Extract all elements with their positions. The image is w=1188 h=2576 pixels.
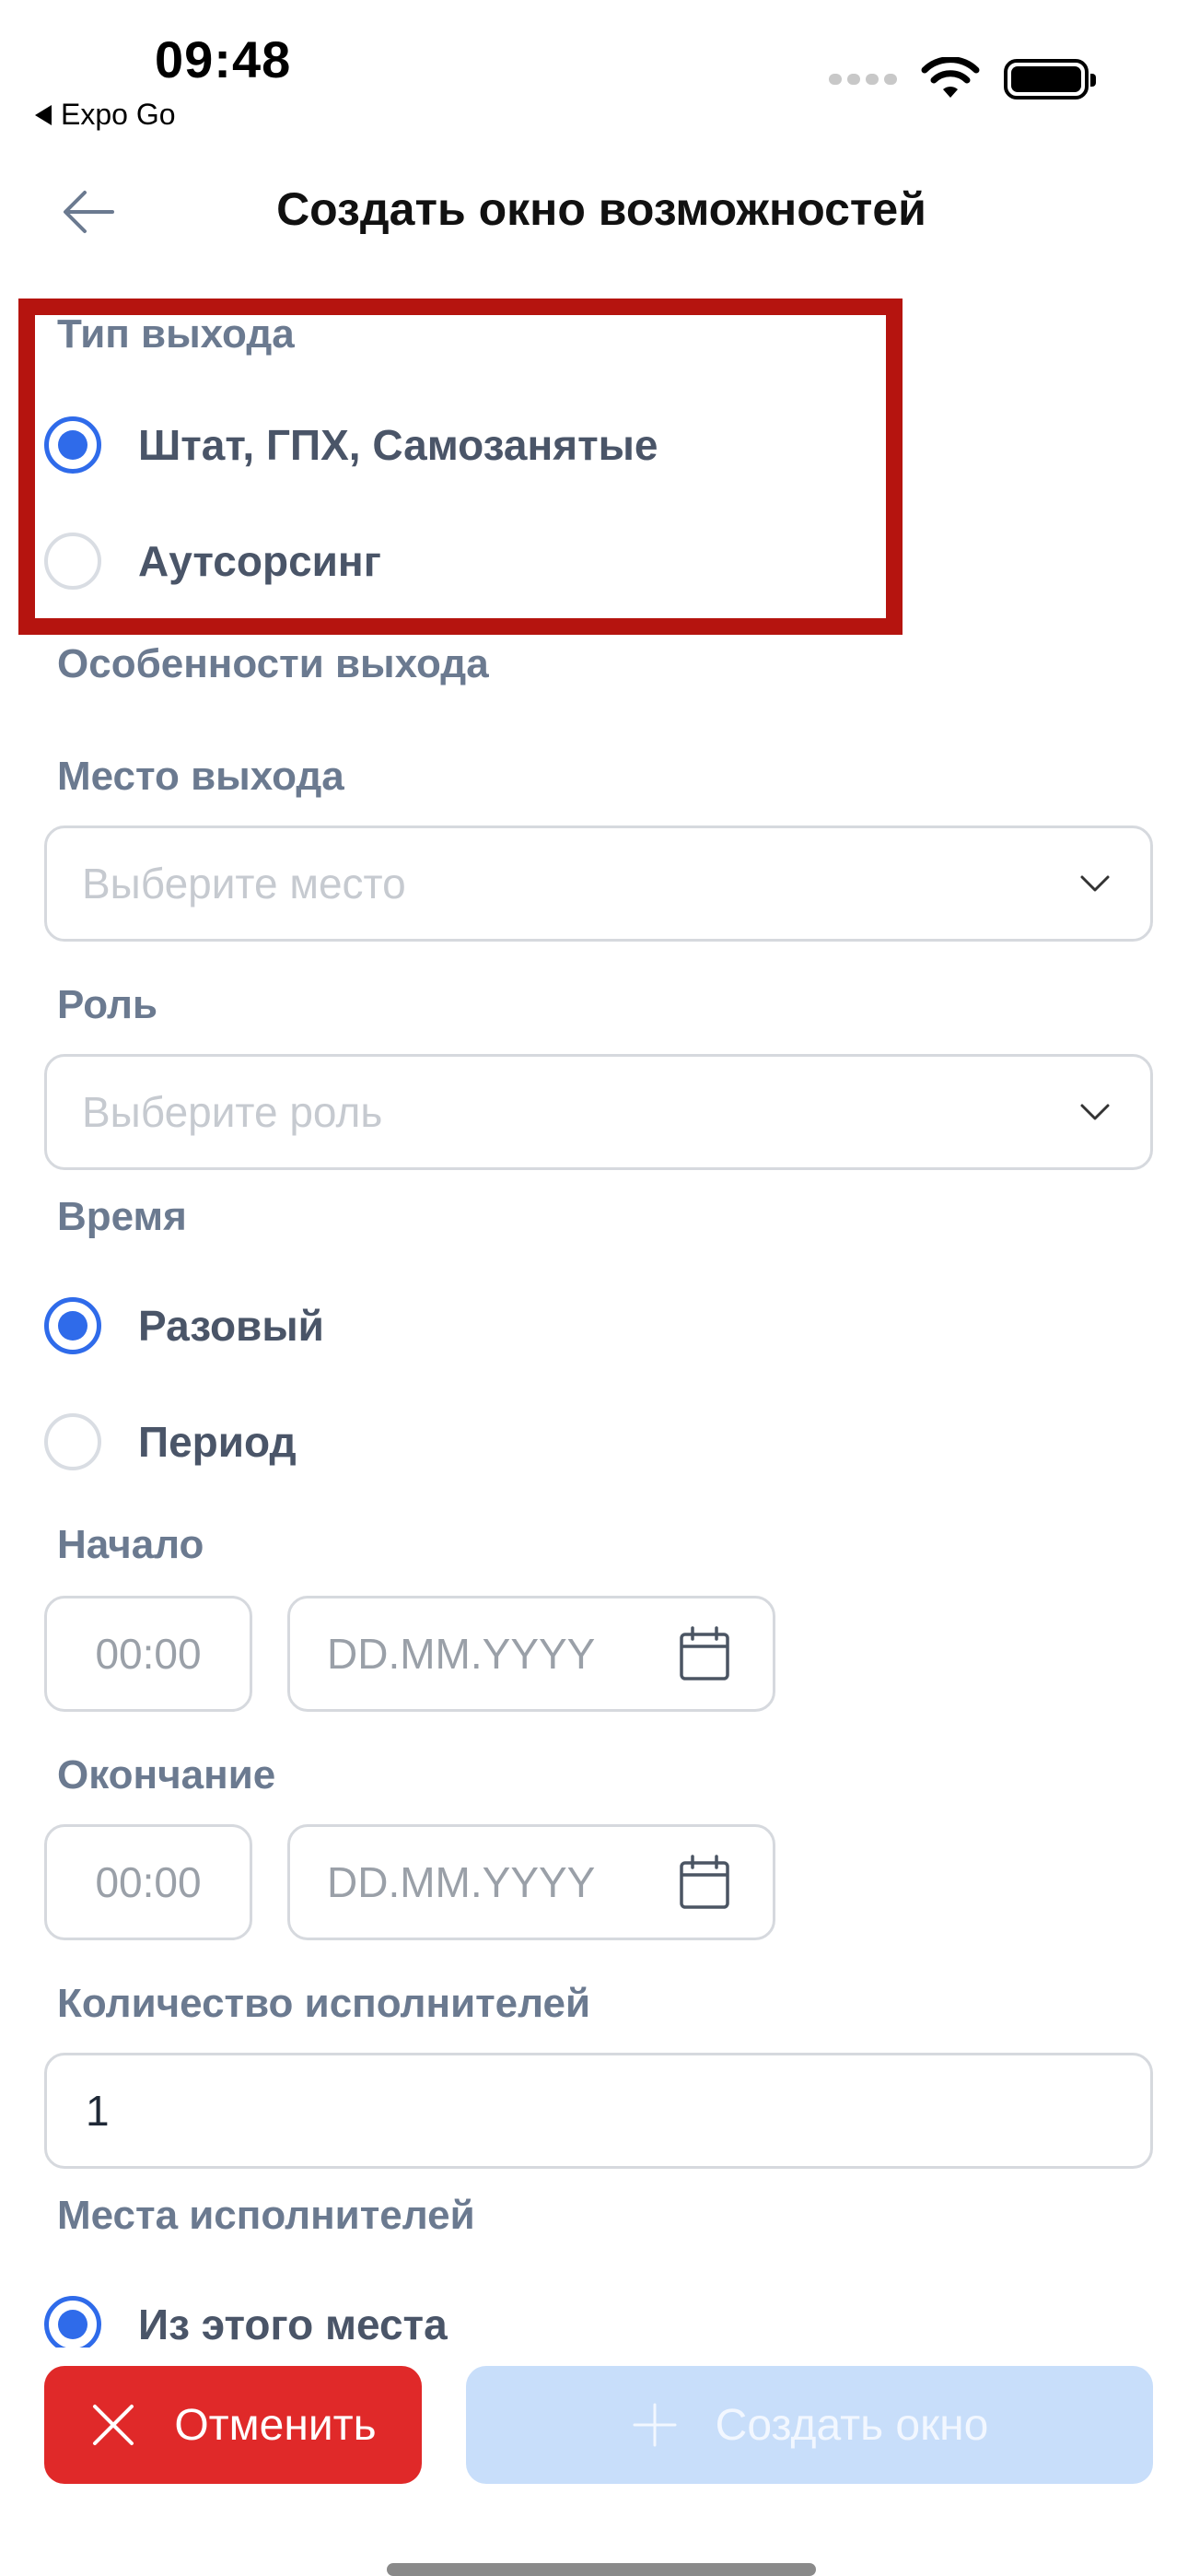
time-option-once[interactable]: Разовый — [44, 1297, 324, 1354]
cancel-button[interactable]: Отменить — [44, 2366, 422, 2484]
place-select[interactable]: Выберите место — [44, 825, 1153, 942]
place-label: Место выхода — [57, 754, 344, 799]
end-label: Окончание — [57, 1752, 276, 1797]
home-indicator — [387, 2563, 816, 2576]
role-label: Роль — [57, 982, 158, 1027]
cancel-label: Отменить — [174, 2400, 377, 2450]
performers-places-label: Места исполнителей — [57, 2193, 475, 2238]
radio-checked[interactable] — [44, 416, 101, 474]
place-placeholder: Выберите место — [82, 860, 406, 907]
create-window-button[interactable]: Создать окно — [466, 2366, 1153, 2484]
radio-label: Период — [138, 1418, 297, 1466]
time-option-period[interactable]: Период — [44, 1413, 297, 1470]
features-label: Особенности выхода — [57, 641, 489, 686]
radio-checked[interactable] — [44, 1297, 101, 1354]
start-label: Начало — [57, 1522, 204, 1567]
start-date-input[interactable]: DD.MM.YYYY — [287, 1596, 775, 1712]
exit-type-option-staff[interactable]: Штат, ГПХ, Самозанятые — [44, 416, 658, 474]
performers-places-option-this-place[interactable]: Из этого места — [44, 2296, 448, 2353]
radio-label: Из этого места — [138, 2301, 448, 2348]
status-back-to-app[interactable]: Expo Go — [35, 98, 176, 132]
start-date-placeholder: DD.MM.YYYY — [327, 1630, 596, 1678]
exit-type-option-outsourcing[interactable]: Аутсорсинг — [44, 533, 381, 590]
role-select[interactable]: Выберите роль — [44, 1054, 1153, 1170]
status-time: 09:48 — [155, 30, 292, 88]
status-back-label: Expo Go — [61, 98, 176, 131]
chevron-down-icon — [1080, 875, 1110, 892]
time-label: Время — [57, 1194, 187, 1239]
end-date-input[interactable]: DD.MM.YYYY — [287, 1824, 775, 1940]
performers-count-label: Количество исполнителей — [57, 1981, 591, 2026]
calendar-icon[interactable] — [679, 1855, 730, 1910]
radio-label: Разовый — [138, 1302, 324, 1350]
page-title: Создать окно возможностей — [276, 183, 926, 235]
end-time-placeholder: 00:00 — [95, 1858, 202, 1906]
back-triangle-icon — [35, 104, 52, 125]
plus-icon — [633, 2403, 677, 2447]
close-icon — [93, 2405, 134, 2445]
create-label: Создать окно — [715, 2400, 989, 2450]
performers-count-input[interactable]: 1 — [44, 2053, 1153, 2169]
radio-label: Штат, ГПХ, Самозанятые — [138, 421, 658, 469]
cellular-signal-icon — [829, 74, 897, 85]
end-time-input[interactable]: 00:00 — [44, 1824, 252, 1940]
start-time-placeholder: 00:00 — [95, 1630, 202, 1678]
end-date-placeholder: DD.MM.YYYY — [327, 1858, 596, 1906]
chevron-down-icon — [1080, 1104, 1110, 1120]
battery-icon — [1004, 59, 1096, 100]
radio-checked[interactable] — [44, 2296, 101, 2353]
status-indicators — [829, 57, 1096, 101]
start-time-input[interactable]: 00:00 — [44, 1596, 252, 1712]
role-placeholder: Выберите роль — [82, 1088, 383, 1136]
radio-label: Аутсорсинг — [138, 537, 381, 585]
exit-type-label: Тип выхода — [57, 311, 295, 357]
performers-count-value: 1 — [86, 2087, 110, 2135]
radio-unchecked[interactable] — [44, 1413, 101, 1470]
radio-unchecked[interactable] — [44, 533, 101, 590]
wifi-icon — [921, 57, 980, 98]
calendar-icon[interactable] — [679, 1626, 730, 1681]
